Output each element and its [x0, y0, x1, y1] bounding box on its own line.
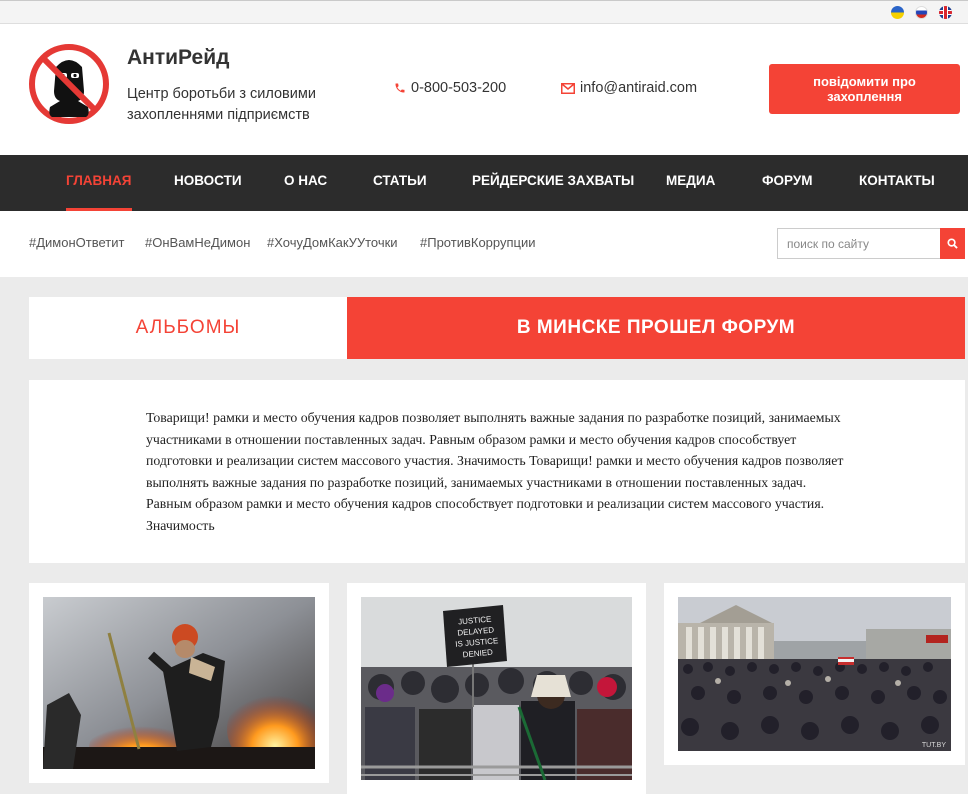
- report-seizure-button[interactable]: повідомити про захоплення: [769, 64, 960, 114]
- site-header: АнтиРейд Центр боротьби з силовими захоп…: [0, 24, 968, 155]
- photo-watermark: TUT.BY: [922, 742, 946, 749]
- hashtag-link[interactable]: #ДимонОтветит: [29, 235, 124, 250]
- email-contact[interactable]: info@antiraid.com: [561, 80, 697, 96]
- nav-item-forum[interactable]: ФОРУМ: [762, 155, 813, 211]
- site-title[interactable]: АнтиРейд: [127, 46, 229, 70]
- section-tabs: АЛЬБОМЫ В МИНСКЕ ПРОШЕЛ ФОРУМ: [29, 297, 965, 359]
- language-switcher: [891, 6, 952, 19]
- search-button[interactable]: [940, 228, 965, 259]
- nav-item-contacts[interactable]: КОНТАКТЫ: [859, 155, 935, 211]
- phone-icon: [395, 83, 405, 93]
- search-icon: [947, 238, 958, 249]
- hashtag-link[interactable]: #ПротивКоррупции: [420, 235, 536, 250]
- tab-albums[interactable]: АЛЬБОМЫ: [29, 297, 347, 359]
- gallery-card[interactable]: JUSTICE DELAYED IS JUSTICE DENIED: [347, 583, 646, 794]
- main-nav: ГЛАВНАЯ НОВОСТИ О НАС СТАТЬИ РЕЙДЕРСКИЕ …: [0, 155, 968, 211]
- article-text: Товарищи! рамки и место обучения кадров …: [146, 410, 844, 533]
- article-box: Товарищи! рамки и место обучения кадров …: [29, 380, 965, 563]
- tab-featured-forum[interactable]: В МИНСКЕ ПРОШЕЛ ФОРУМ: [347, 297, 965, 359]
- site-search: [777, 228, 965, 259]
- nav-item-about[interactable]: О НАС: [284, 155, 327, 211]
- gallery-card[interactable]: [29, 583, 329, 783]
- nav-item-news[interactable]: НОВОСТИ: [174, 155, 242, 211]
- envelope-icon: [561, 82, 575, 94]
- nav-item-articles[interactable]: СТАТЬИ: [373, 155, 427, 211]
- minsk-rally-photo[interactable]: TUT.BY: [678, 597, 951, 751]
- phone-contact[interactable]: 0-800-503-200: [394, 80, 506, 96]
- nav-item-media[interactable]: МЕДИА: [666, 155, 715, 211]
- email-address: info@antiraid.com: [580, 80, 698, 96]
- site-tagline: Центр боротьби з силовими захопленнями п…: [127, 86, 316, 123]
- hashtag-link[interactable]: #ОнВамНеДимон: [145, 235, 250, 250]
- phone-number: 0-800-503-200: [411, 80, 507, 96]
- protest-fire-photo[interactable]: [43, 597, 315, 769]
- nav-item-home[interactable]: ГЛАВНАЯ: [66, 155, 132, 211]
- uk-flag-icon[interactable]: [939, 6, 952, 19]
- logo-no-mask-icon[interactable]: [28, 43, 110, 125]
- gallery-card[interactable]: TUT.BY: [664, 583, 965, 765]
- ukraine-flag-icon[interactable]: [891, 6, 904, 19]
- hashtag-bar: #ДимонОтветит #ОнВамНеДимон #ХочуДомКакУ…: [0, 211, 968, 277]
- search-input[interactable]: [777, 228, 940, 259]
- justice-protest-photo[interactable]: JUSTICE DELAYED IS JUSTICE DENIED: [361, 597, 632, 780]
- russia-flag-icon[interactable]: [915, 6, 928, 19]
- top-bar: [0, 0, 968, 24]
- nav-item-raider-seizures[interactable]: РЕЙДЕРСКИЕ ЗАХВАТЫ: [472, 155, 634, 211]
- hashtag-link[interactable]: #ХочуДомКакУУточки: [267, 235, 398, 250]
